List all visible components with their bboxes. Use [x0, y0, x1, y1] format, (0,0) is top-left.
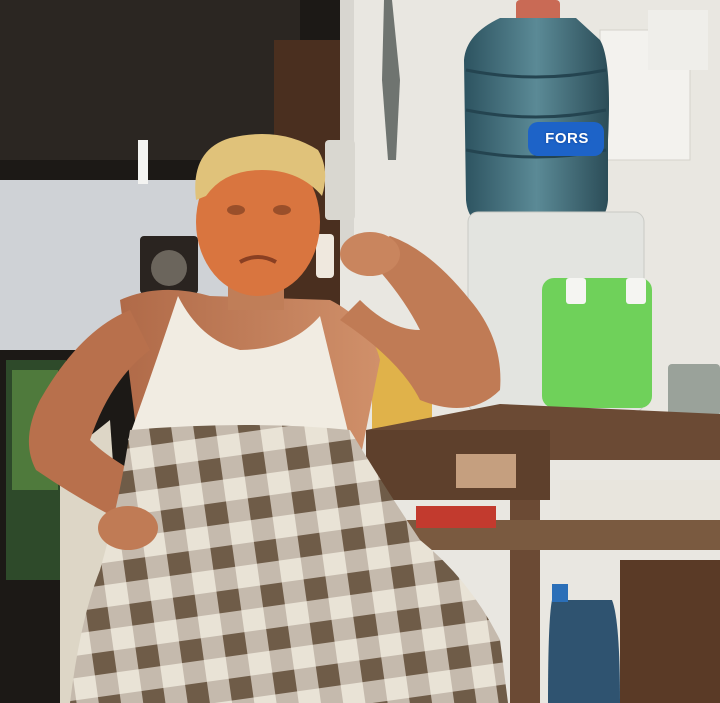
bottle-brand-label: FORS — [545, 130, 589, 147]
desk-side — [620, 560, 720, 703]
tap-left — [566, 278, 586, 304]
wall-switch — [325, 140, 355, 220]
hand — [340, 232, 400, 276]
eye-left — [227, 205, 245, 215]
scene-illustration — [0, 0, 720, 703]
wall-pipe — [340, 0, 354, 260]
lap-hand — [98, 506, 158, 550]
wall-paper — [648, 10, 708, 70]
blurred-patch — [456, 454, 516, 488]
red-box — [416, 506, 496, 528]
clock-face — [151, 250, 187, 286]
eye-right — [273, 205, 291, 215]
tap-right — [626, 278, 646, 304]
metal-cup — [668, 364, 720, 416]
floor-bottle — [548, 600, 620, 703]
photo-scene: FORS — [0, 0, 720, 703]
small-bottle — [316, 234, 334, 278]
papers-on-desk — [560, 480, 720, 520]
lamp — [138, 140, 148, 184]
